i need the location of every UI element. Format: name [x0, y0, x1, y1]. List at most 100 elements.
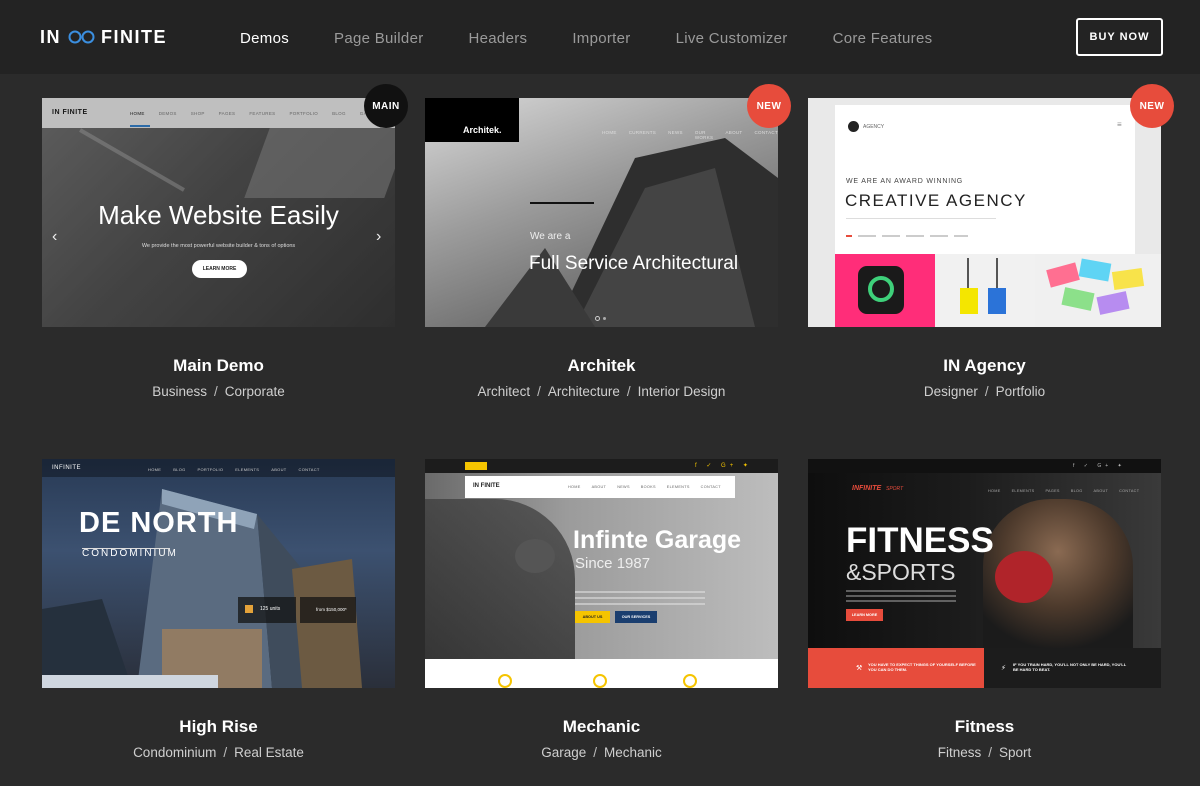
nav-headers[interactable]: Headers: [469, 30, 528, 47]
preview-nav-item: PAGES: [1045, 489, 1060, 493]
demo-tag[interactable]: Designer: [924, 384, 978, 399]
preview-nav-item: CONTACT: [700, 485, 721, 489]
demo-tag[interactable]: Architecture: [548, 384, 620, 399]
tag-separator: /: [988, 745, 992, 760]
demo-tag[interactable]: Business: [152, 384, 207, 399]
preview-headline: Infinte Garage: [573, 526, 742, 554]
tag-separator: /: [537, 384, 541, 399]
demo-title[interactable]: IN Agency: [808, 356, 1161, 376]
preview-nav-item: ABOUT: [271, 467, 287, 472]
preview-nav-item: CONTACT: [298, 467, 320, 472]
preview-learn-more-button: LEARN MORE: [846, 609, 883, 621]
social-icons: f ✓ G+ ✦: [1073, 463, 1126, 469]
demo-tag[interactable]: Corporate: [225, 384, 285, 399]
preview-nav-item: ELEMENTS: [666, 485, 690, 489]
preview-brand: AGENCY: [863, 124, 885, 130]
tag-separator: /: [984, 384, 989, 399]
preview-nav-item: BOOKS: [640, 485, 656, 489]
preview-nav: HOME BLOG PORTFOLIO ELEMENTS ABOUT CONTA…: [148, 467, 320, 472]
nav-importer[interactable]: Importer: [572, 30, 630, 47]
preview-headline: FITNESS: [846, 521, 994, 560]
demo-tag[interactable]: Interior Design: [638, 384, 726, 399]
demo-thumbnail[interactable]: IN FINITE HOME DEMOS SHOP PAGES FEATURES…: [42, 98, 395, 327]
demo-card-main[interactable]: IN FINITE HOME DEMOS SHOP PAGES FEATURES…: [42, 84, 408, 399]
preview-logo: INFINITE: [852, 485, 882, 492]
demo-tag[interactable]: Garage: [541, 745, 586, 760]
demo-tag[interactable]: Fitness: [938, 745, 982, 760]
preview-pretext: WE ARE AN AWARD WINNING: [846, 178, 964, 185]
demo-tag[interactable]: Mechanic: [604, 745, 662, 760]
preview-nav-item: OUR WORKS: [694, 130, 714, 140]
preview-logo: Architek.: [463, 125, 502, 135]
demo-card-architek[interactable]: Architek. HOME CURRENTS NEWS OUR WORKS A…: [425, 84, 791, 399]
demo-tags: Condominium / Real Estate: [42, 745, 395, 760]
demo-title[interactable]: Mechanic: [425, 717, 778, 737]
demo-title[interactable]: High Rise: [42, 717, 395, 737]
buy-now-button[interactable]: BUY NOW: [1076, 18, 1163, 56]
preview-nav-item: PORTFOLIO: [197, 467, 224, 472]
dumbbell-icon: ⚒: [856, 665, 863, 672]
preview-learn-more-button: LEARN MORE: [192, 260, 247, 278]
top-navigation-bar: IN FINITE Demos Page Builder Headers Imp…: [0, 0, 1200, 74]
preview-subtext: We provide the most powerful website bui…: [141, 243, 296, 249]
preview-nav: HOME ELEMENTS PAGES BLOG ABOUT CONTACT: [988, 489, 1139, 493]
demo-title[interactable]: Architek: [425, 356, 778, 376]
demo-tag[interactable]: Real Estate: [234, 745, 304, 760]
badge-new: NEW: [1130, 84, 1174, 128]
demo-title[interactable]: Main Demo: [42, 356, 395, 376]
preview-nav-item: ELEMENTS: [1011, 489, 1035, 493]
demo-tags: Architect / Architecture / Interior Design: [425, 384, 778, 399]
demo-thumbnail[interactable]: Architek. HOME CURRENTS NEWS OUR WORKS A…: [425, 98, 778, 327]
demo-card-high-rise[interactable]: INFINITE HOME BLOG PORTFOLIO ELEMENTS AB…: [42, 459, 395, 760]
logo-text-right: FINITE: [101, 26, 167, 47]
tag-separator: /: [213, 384, 218, 399]
demo-thumbnail[interactable]: f ✓ G+ ✦ INFINITE SPORT HOME ELEMENTS PA…: [808, 459, 1161, 688]
demo-thumbnail[interactable]: f ✓ G+ ✦ IN FINITE HOME ABOUT NEWS BOOKS…: [425, 459, 778, 688]
social-icons: f ✓ G+ ✦: [695, 463, 752, 469]
preview-banner-left: YOU HAVE TO EXPECT THINGS OF YOURSELF BE…: [868, 662, 976, 672]
tag-separator: /: [593, 745, 597, 760]
preview-nav-item: CONTACT: [754, 130, 778, 135]
preview-nav-item: NEWS: [617, 485, 630, 489]
preview-pretext: We are a: [530, 231, 571, 242]
preview-logo: INFINITE: [52, 465, 81, 471]
nav-live-customizer[interactable]: Live Customizer: [676, 30, 788, 47]
menu-icon: ≡: [1117, 120, 1122, 129]
demo-card-mechanic[interactable]: f ✓ G+ ✦ IN FINITE HOME ABOUT NEWS BOOKS…: [425, 459, 778, 760]
demo-tag[interactable]: Condominium: [133, 745, 216, 760]
demo-tag[interactable]: Sport: [999, 745, 1031, 760]
badge-main: MAIN: [364, 84, 408, 128]
preview-nav-item: NEWS: [668, 130, 683, 135]
preview-subtext: CONDOMINIUM: [82, 548, 178, 559]
preview-nav-item: BLOG: [173, 467, 186, 472]
demo-thumbnail[interactable]: AGENCY ≡ WE ARE AN AWARD WINNING CREATIV…: [808, 98, 1161, 327]
preview-nav-item: ABOUT: [725, 130, 743, 135]
preview-nav-item: HOME: [988, 489, 1001, 493]
preview-nav: HOME ABOUT NEWS BOOKS ELEMENTS CONTACT: [568, 485, 721, 489]
preview-stat-price: from $150,000*: [316, 607, 347, 612]
demo-tags: Garage / Mechanic: [425, 745, 778, 760]
preview-nav-item: ABOUT: [1093, 489, 1109, 493]
demo-tags: Business / Corporate: [42, 384, 395, 399]
site-logo[interactable]: IN FINITE: [40, 27, 167, 47]
nav-core-features[interactable]: Core Features: [833, 30, 933, 47]
preview-nav-item: CURRENTS: [628, 130, 657, 135]
demo-thumbnail[interactable]: INFINITE HOME BLOG PORTFOLIO ELEMENTS AB…: [42, 459, 395, 688]
building-graphic: [42, 489, 362, 688]
demo-card-fitness[interactable]: f ✓ G+ ✦ INFINITE SPORT HOME ELEMENTS PA…: [808, 459, 1161, 760]
demo-tag[interactable]: Architect: [478, 384, 531, 399]
nav-page-builder[interactable]: Page Builder: [334, 30, 424, 47]
preview-stat-units: 125 units: [260, 606, 281, 612]
preview-headline: Full Service Architectural: [529, 253, 739, 274]
nav-demos[interactable]: Demos: [240, 30, 289, 47]
chevron-right-icon: ›: [376, 228, 382, 245]
chevron-left-icon: ‹: [52, 228, 58, 245]
logo-text-left: IN: [40, 26, 61, 47]
preview-services-button: OUR SERVICES: [615, 611, 657, 623]
preview-nav-item: CONTACT: [1119, 489, 1140, 493]
preview-headline: DE NORTH: [79, 507, 239, 539]
demo-tag[interactable]: Portfolio: [996, 384, 1046, 399]
demo-tags: Fitness / Sport: [808, 745, 1161, 760]
demo-title[interactable]: Fitness: [808, 717, 1161, 737]
demo-card-in-agency[interactable]: AGENCY ≡ WE ARE AN AWARD WINNING CREATIV…: [808, 84, 1174, 399]
